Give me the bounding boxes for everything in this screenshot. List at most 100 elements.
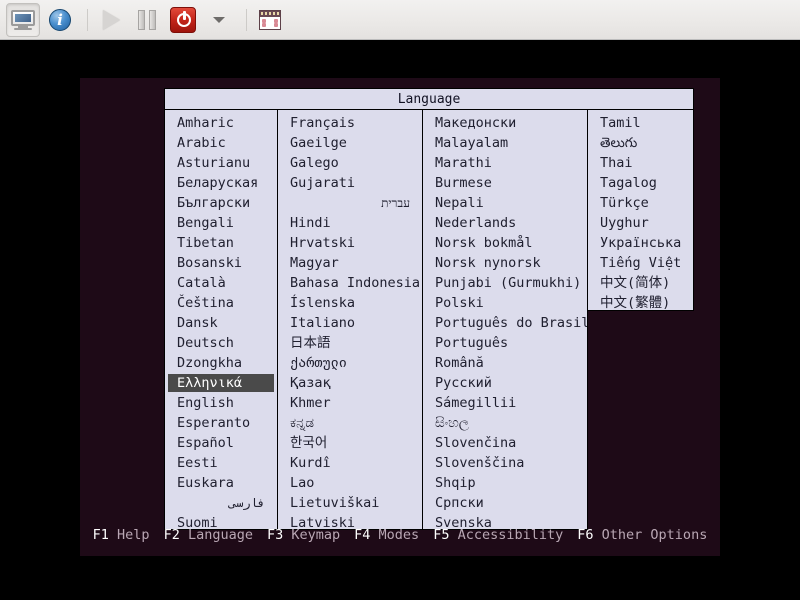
shutdown-button[interactable] xyxy=(167,4,199,36)
language-option[interactable]: Shqip xyxy=(423,473,587,493)
function-key-label: F1 xyxy=(92,527,109,543)
function-key-f2[interactable]: F2 Language xyxy=(164,527,253,543)
power-icon xyxy=(170,6,196,33)
language-option[interactable]: Română xyxy=(423,353,587,373)
shutdown-menu-button[interactable] xyxy=(203,4,235,36)
language-option[interactable]: Hrvatski xyxy=(278,233,422,253)
function-key-f5[interactable]: F5 Accessibility xyxy=(433,527,563,543)
language-option[interactable]: Српски xyxy=(423,493,587,513)
language-option[interactable]: 한국어 xyxy=(278,433,422,453)
language-option[interactable]: Dansk xyxy=(165,313,277,333)
language-option[interactable]: ಕನ್ನಡ xyxy=(278,413,422,433)
monitor-icon xyxy=(11,9,35,30)
play-icon xyxy=(102,9,120,30)
language-option[interactable]: Lao xyxy=(278,473,422,493)
language-option[interactable]: Nederlands xyxy=(423,213,587,233)
function-key-f3[interactable]: F3 Keymap xyxy=(267,527,340,543)
language-option[interactable]: Punjabi (Gurmukhi) xyxy=(423,273,587,293)
language-option[interactable]: Português xyxy=(423,333,587,353)
language-option[interactable]: Русский xyxy=(423,373,587,393)
language-option[interactable]: Asturianu xyxy=(165,153,277,173)
language-option[interactable]: Македонски xyxy=(423,113,587,133)
language-option[interactable]: Ελληνικά xyxy=(167,373,275,393)
language-option[interactable]: Български xyxy=(165,193,277,213)
function-key-action: Keymap xyxy=(283,527,341,543)
language-option[interactable]: Беларуская xyxy=(165,173,277,193)
language-option[interactable]: Íslenska xyxy=(278,293,422,313)
language-option[interactable]: Euskara xyxy=(165,473,277,493)
column-2: Français Gaeilge Galego Gujarati עברית Hindi H… xyxy=(278,109,423,530)
language-option[interactable]: Português do Brasil xyxy=(423,313,587,333)
language-option[interactable]: Slovenčina xyxy=(423,433,587,453)
language-option[interactable]: සිංහල xyxy=(423,413,587,433)
language-option[interactable]: Kurdî xyxy=(278,453,422,473)
function-key-f1[interactable]: F1 Help xyxy=(93,527,150,543)
language-option[interactable]: Hindi xyxy=(278,213,422,233)
language-option[interactable]: Dzongkha xyxy=(165,353,277,373)
guest-details-button[interactable]: i xyxy=(44,4,76,36)
language-option[interactable]: Tagalog xyxy=(588,173,693,193)
language-option[interactable]: Català xyxy=(165,273,277,293)
language-dialog: Language Amharic Arabic Asturianu Беларуска… xyxy=(164,88,694,530)
language-option[interactable]: Amharic xyxy=(165,113,277,133)
language-option[interactable]: Українська xyxy=(588,233,693,253)
function-key-action: Other Options xyxy=(593,527,708,543)
language-option[interactable]: Türkçe xyxy=(588,193,693,213)
language-option[interactable]: 日本語 xyxy=(278,333,422,353)
language-option[interactable]: English xyxy=(165,393,277,413)
language-option[interactable]: Esperanto xyxy=(165,413,277,433)
language-option[interactable]: Español xyxy=(165,433,277,453)
viewer-toolbar: i xyxy=(0,0,800,40)
language-option[interactable]: Tiếng Việt xyxy=(588,253,693,273)
vm-display-area[interactable]: Language Amharic Arabic Asturianu Беларуска… xyxy=(80,78,720,556)
language-option[interactable]: Eesti xyxy=(165,453,277,473)
language-option[interactable]: Bahasa Indonesia xyxy=(278,273,422,293)
function-key-f6[interactable]: F6 Other Options xyxy=(577,527,707,543)
function-key-label: F3 xyxy=(266,527,284,543)
language-option[interactable]: Polski xyxy=(423,293,587,313)
function-key-f4[interactable]: F4 Modes xyxy=(354,527,419,543)
column-1: Amharic Arabic Asturianu Беларуская Българск… xyxy=(164,109,278,530)
language-option[interactable]: Tibetan xyxy=(165,233,277,253)
language-option[interactable]: Gujarati xyxy=(278,173,422,193)
language-option[interactable]: ქართული xyxy=(278,353,422,373)
language-option[interactable]: Slovenščina xyxy=(423,453,587,473)
language-option[interactable]: Nepali xyxy=(423,193,587,213)
language-option[interactable]: Bosanski xyxy=(165,253,277,273)
run-button[interactable] xyxy=(95,4,127,36)
language-option[interactable]: Italiano xyxy=(278,313,422,333)
language-option[interactable]: Magyar xyxy=(278,253,422,273)
language-option[interactable]: 中文(简体) xyxy=(588,273,693,293)
language-option[interactable]: తెలుగు xyxy=(588,133,693,153)
language-option[interactable]: Gaeilge xyxy=(278,133,422,153)
language-option[interactable]: Khmer xyxy=(278,393,422,413)
language-option[interactable]: 中文(繁體) xyxy=(588,293,693,310)
language-option[interactable]: Bengali xyxy=(165,213,277,233)
language-columns: Amharic Arabic Asturianu Беларуская Българск… xyxy=(164,109,694,530)
screenshot-button[interactable] xyxy=(254,4,286,36)
language-option[interactable]: Arabic xyxy=(165,133,277,153)
language-option[interactable]: Norsk bokmål xyxy=(423,233,587,253)
language-option[interactable]: Marathi xyxy=(423,153,587,173)
language-option[interactable]: Lietuviškai xyxy=(278,493,422,513)
pause-button[interactable] xyxy=(131,4,163,36)
language-option[interactable]: Français xyxy=(278,113,422,133)
language-option[interactable]: Norsk nynorsk xyxy=(423,253,587,273)
display-toggle-button[interactable] xyxy=(6,2,40,37)
language-option[interactable]: Қазақ xyxy=(278,373,422,393)
language-option[interactable]: Burmese xyxy=(423,173,587,193)
function-key-bar: F1 Help F2 Language F3 Keymap F4 Modes F5 Ac… xyxy=(80,524,720,546)
language-option[interactable]: فارسی xyxy=(165,493,277,513)
language-option[interactable]: Sámegillii xyxy=(423,393,587,413)
language-option[interactable]: Thai xyxy=(588,153,693,173)
function-key-label: F2 xyxy=(163,527,180,543)
language-option[interactable]: Malayalam xyxy=(423,133,587,153)
language-option[interactable]: Uyghur xyxy=(588,213,693,233)
chevron-down-icon xyxy=(213,16,225,23)
language-option[interactable]: עברית xyxy=(278,193,422,213)
language-option[interactable]: Čeština xyxy=(165,293,277,313)
language-option[interactable]: Deutsch xyxy=(165,333,277,353)
language-option[interactable]: Tamil xyxy=(588,113,693,133)
language-option[interactable]: Galego xyxy=(278,153,422,173)
function-key-label: F4 xyxy=(354,527,371,543)
